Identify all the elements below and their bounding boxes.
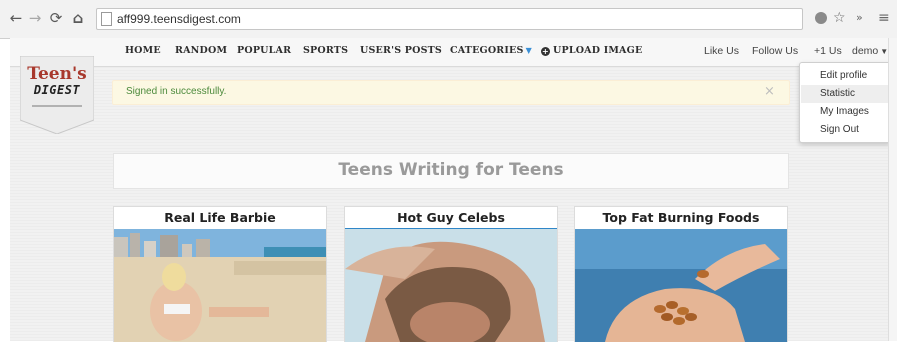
- forward-icon[interactable]: →: [27, 9, 43, 27]
- nav-random[interactable]: RANDOM: [175, 45, 227, 56]
- nav-upload-label: UPLOAD IMAGE: [553, 45, 643, 56]
- nav-sports[interactable]: SPORTS: [303, 45, 348, 56]
- reload-icon[interactable]: ⟳: [48, 9, 64, 27]
- nav-users-posts[interactable]: USER'S POSTS: [360, 45, 442, 56]
- article-card[interactable]: Real Life Barbie: [113, 206, 327, 342]
- plus-one-link[interactable]: +1 Us: [814, 45, 842, 57]
- card-image-beach[interactable]: [114, 229, 326, 342]
- article-card[interactable]: Top Fat Burning Foods: [574, 206, 788, 342]
- site-title: Teens Writing for Teens: [338, 160, 564, 180]
- card-title[interactable]: Top Fat Burning Foods: [575, 210, 787, 225]
- menu-item-label: Statistic: [820, 88, 856, 99]
- close-icon[interactable]: ×: [764, 84, 775, 99]
- card-title[interactable]: Real Life Barbie: [114, 210, 326, 225]
- menu-item-statistic[interactable]: Statistic: [801, 85, 889, 103]
- top-navigation: HOME RANDOM POPULAR SPORTS USER'S POSTS …: [10, 38, 888, 67]
- card-title[interactable]: Hot Guy Celebs: [345, 210, 557, 225]
- page: HOME RANDOM POPULAR SPORTS USER'S POSTS …: [10, 38, 891, 342]
- username: demo: [852, 45, 879, 57]
- menu-item-label: Edit profile: [820, 70, 868, 81]
- extension-icon[interactable]: [815, 12, 827, 24]
- caret-down-icon: ▼: [525, 45, 532, 55]
- logo-digest-text: DIGEST: [33, 83, 81, 97]
- site-title-banner: Teens Writing for Teens: [113, 153, 789, 189]
- url-text[interactable]: aff999.teensdigest.com: [117, 11, 241, 27]
- page-icon: [101, 12, 112, 26]
- caret-down-icon: ▼: [880, 47, 889, 56]
- follow-us-link[interactable]: Follow Us: [752, 45, 798, 57]
- nav-upload-image[interactable]: + UPLOAD IMAGE: [541, 45, 642, 56]
- nav-popular[interactable]: POPULAR: [237, 45, 291, 56]
- like-us-link[interactable]: Like Us: [704, 45, 739, 57]
- menu-item-my-images[interactable]: My Images: [801, 103, 889, 121]
- back-icon[interactable]: ←: [8, 9, 24, 27]
- menu-item-label: My Images: [820, 106, 869, 117]
- upload-icon: +: [541, 47, 550, 56]
- browser-toolbar: ← → ⟳ ⌂ aff999.teensdigest.com ☆ » ≡: [0, 0, 897, 39]
- success-alert: Signed in successfully. ×: [112, 80, 790, 105]
- vertical-scrollbar[interactable]: [888, 38, 897, 341]
- nav-home[interactable]: HOME: [125, 45, 161, 56]
- alert-message: Signed in successfully.: [126, 86, 227, 97]
- nav-categories-label: CATEGORIES: [450, 45, 524, 56]
- menu-item-label: Sign Out: [820, 124, 859, 135]
- user-dropdown-menu: Edit profile Statistic My Images Sign Ou…: [799, 62, 891, 143]
- site-logo[interactable]: Teen's DIGEST: [20, 56, 94, 134]
- home-icon[interactable]: ⌂: [70, 9, 86, 27]
- user-menu-toggle[interactable]: demo ▼: [852, 45, 888, 57]
- address-bar[interactable]: aff999.teensdigest.com: [96, 8, 803, 30]
- more-extensions-icon[interactable]: »: [856, 8, 863, 28]
- menu-icon[interactable]: ≡: [878, 8, 890, 28]
- menu-item-edit-profile[interactable]: Edit profile: [801, 67, 889, 85]
- logo-teens-text: Teen's: [27, 64, 87, 84]
- card-image-celeb[interactable]: [345, 229, 557, 342]
- star-icon[interactable]: ☆: [833, 8, 846, 28]
- article-card[interactable]: Hot Guy Celebs: [344, 206, 558, 342]
- nav-categories[interactable]: CATEGORIES ▼: [450, 45, 532, 56]
- menu-item-sign-out[interactable]: Sign Out: [801, 121, 889, 139]
- card-image-almonds[interactable]: [575, 229, 787, 342]
